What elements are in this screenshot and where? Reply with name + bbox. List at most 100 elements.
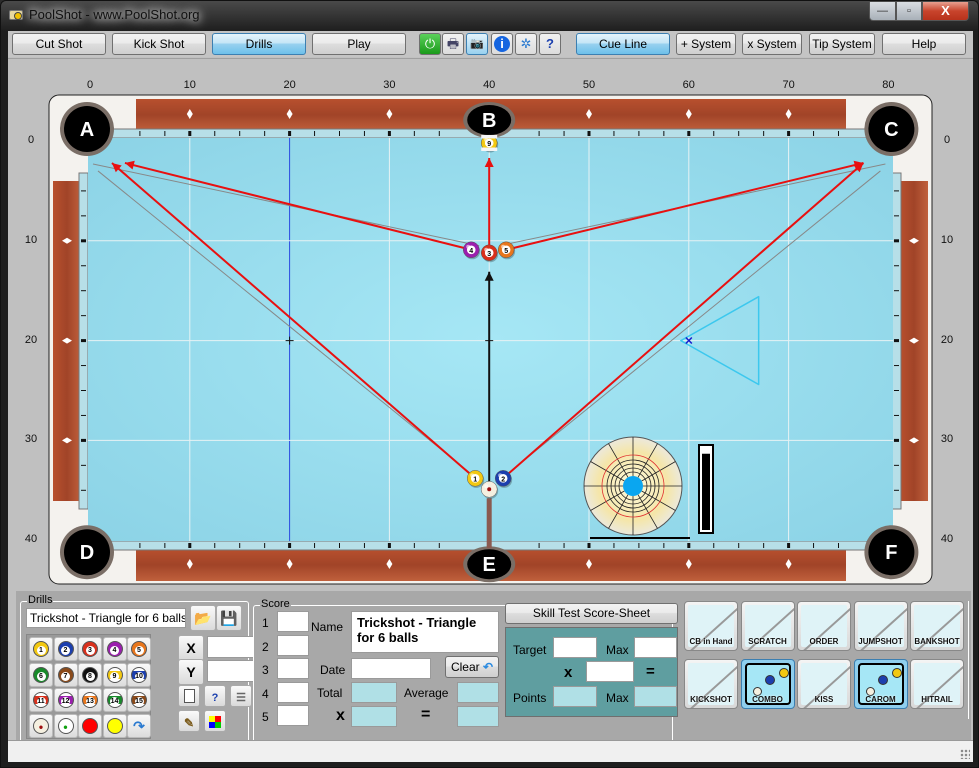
max-input[interactable] xyxy=(634,637,677,658)
multiply-label: x xyxy=(336,707,345,724)
rule-label: COMBO xyxy=(752,695,783,704)
ball-button-20[interactable]: ↷ xyxy=(127,713,151,738)
rule-carom[interactable]: CAROM xyxy=(853,659,908,709)
rule-label: CB in Hand xyxy=(689,637,733,646)
save-drill-button[interactable]: 💾 xyxy=(216,605,242,631)
ball-button-18[interactable] xyxy=(78,713,102,738)
ball-button-14[interactable]: 14 xyxy=(102,688,127,712)
rail-tick xyxy=(613,131,615,136)
skill-test-button[interactable]: Skill Test Score-Sheet xyxy=(505,603,678,624)
pocket-label: F xyxy=(885,542,897,564)
drill-name-field[interactable]: Trickshot - Triangle for 6 balls xyxy=(26,608,186,628)
ball-button-13[interactable]: 13 xyxy=(78,688,102,712)
ball-button-6[interactable]: 6 xyxy=(29,662,53,687)
ball-button-3[interactable]: 3 xyxy=(78,637,102,661)
rule-kiss[interactable]: KISS xyxy=(797,659,851,709)
rule-jumpshot[interactable]: JUMPSHOT xyxy=(853,601,908,651)
open-drill-button[interactable]: 📂 xyxy=(190,605,216,631)
rail-tick xyxy=(81,339,86,343)
score-input-2[interactable] xyxy=(277,634,309,656)
date-label: Date xyxy=(320,663,346,677)
pocket-a: A xyxy=(60,102,114,156)
power-meter[interactable] xyxy=(698,444,714,534)
target-input[interactable] xyxy=(553,637,597,658)
rail-tick xyxy=(713,543,715,548)
rule-scratch[interactable]: SCRATCH xyxy=(740,601,795,651)
equals-label: = xyxy=(646,663,655,680)
ball-button-9[interactable]: 9 xyxy=(102,662,127,687)
x-coord-input[interactable] xyxy=(207,636,254,658)
pocket-b: B xyxy=(463,102,516,138)
close-button[interactable]: X xyxy=(922,2,969,21)
rail-tick xyxy=(413,543,415,548)
rail-tick xyxy=(314,543,316,548)
color-palette-button[interactable] xyxy=(204,710,226,732)
rule-cb-in-hand[interactable]: CB in Hand xyxy=(684,601,738,651)
rule-combo[interactable]: COMBO xyxy=(740,659,795,709)
drills-group-label: Drills xyxy=(27,594,54,606)
score-input-5[interactable] xyxy=(277,705,309,726)
pocket-label: E xyxy=(483,554,496,576)
rule-bankshot[interactable]: BANKSHOT xyxy=(910,601,964,651)
ball-diagram-icon xyxy=(891,668,902,678)
rule-hitrail[interactable]: HITRAIL xyxy=(910,659,964,709)
rail-tick xyxy=(139,543,141,548)
ball-button-4[interactable]: 4 xyxy=(102,637,127,661)
ball-button-12[interactable]: 12 xyxy=(53,688,78,712)
multiplier-input[interactable] xyxy=(586,661,634,682)
y-coord-input[interactable] xyxy=(207,660,254,682)
drills-group: Drills Trickshot - Triangle for 6 balls … xyxy=(20,594,254,759)
date-input[interactable] xyxy=(351,658,431,679)
rail-tick xyxy=(787,543,791,548)
ball-icon: • xyxy=(33,717,49,734)
x-coord-button[interactable]: X xyxy=(178,635,204,661)
y-coord-button[interactable]: Y xyxy=(178,659,204,685)
ball-9[interactable]: 9 xyxy=(480,134,499,153)
pocket-f: F xyxy=(864,525,919,580)
score-input-1[interactable] xyxy=(277,611,309,632)
rule-order[interactable]: ORDER xyxy=(797,601,851,651)
ball-button-11[interactable]: 11 xyxy=(29,688,53,712)
rail-tick xyxy=(81,414,86,416)
rail-tick xyxy=(81,365,86,367)
ball-button-15[interactable]: 15 xyxy=(127,688,151,712)
ball-button-8[interactable]: 8 xyxy=(78,662,102,687)
score-name-field[interactable]: Trickshot - Triangle for 6 balls xyxy=(351,611,499,653)
ball-button-1[interactable]: 1 xyxy=(29,637,53,661)
rail-tick xyxy=(339,131,340,136)
ball-button-5[interactable]: 5 xyxy=(127,637,151,661)
ball-button-16[interactable]: • xyxy=(29,713,53,738)
rule-kickshot[interactable]: KICKSHOT xyxy=(684,659,738,709)
new-drill-button[interactable] xyxy=(178,685,200,707)
resize-grip[interactable] xyxy=(960,749,970,759)
rail-tick xyxy=(763,543,765,548)
rail-tick xyxy=(387,543,391,548)
maximize-button[interactable]: ▫ xyxy=(896,2,922,21)
drill-list-button[interactable]: ☰ xyxy=(230,685,252,707)
ball-icon: 12 xyxy=(57,692,74,708)
ball-number: 1 xyxy=(473,476,477,483)
rail-tick xyxy=(894,339,899,343)
status-bar xyxy=(8,740,973,762)
ball-button-10[interactable]: 10 xyxy=(127,662,151,687)
edit-notes-button[interactable]: ✎ xyxy=(178,710,200,732)
pool-table[interactable]: A B C D E F ✕ 9 4 3 5 1 2 xyxy=(8,31,973,591)
ball-button-17[interactable]: • xyxy=(53,713,78,738)
rail-tick xyxy=(81,265,86,267)
ball-button-19[interactable] xyxy=(102,713,127,738)
ball-icon: 10 xyxy=(131,666,147,683)
ball-button-7[interactable]: 7 xyxy=(53,662,78,687)
rail-tick xyxy=(763,131,765,136)
drill-help-button[interactable]: ? xyxy=(204,685,226,707)
title-bar[interactable]: PoolShot - www.PoolShot.org — ▫ X xyxy=(1,1,979,31)
score-input-3[interactable] xyxy=(277,658,309,679)
ball-button-2[interactable]: 2 xyxy=(53,637,78,661)
app-window: PoolShot - www.PoolShot.org — ▫ X Cut Sh… xyxy=(0,0,979,768)
rail-tick xyxy=(164,543,166,548)
minimize-button[interactable]: — xyxy=(869,2,896,21)
rail-tick xyxy=(438,131,440,136)
max2-label: Max xyxy=(606,691,629,705)
clear-score-button[interactable]: Clear ↶ xyxy=(445,656,499,678)
score-input-4[interactable] xyxy=(277,681,309,703)
rail-tick xyxy=(264,131,266,136)
